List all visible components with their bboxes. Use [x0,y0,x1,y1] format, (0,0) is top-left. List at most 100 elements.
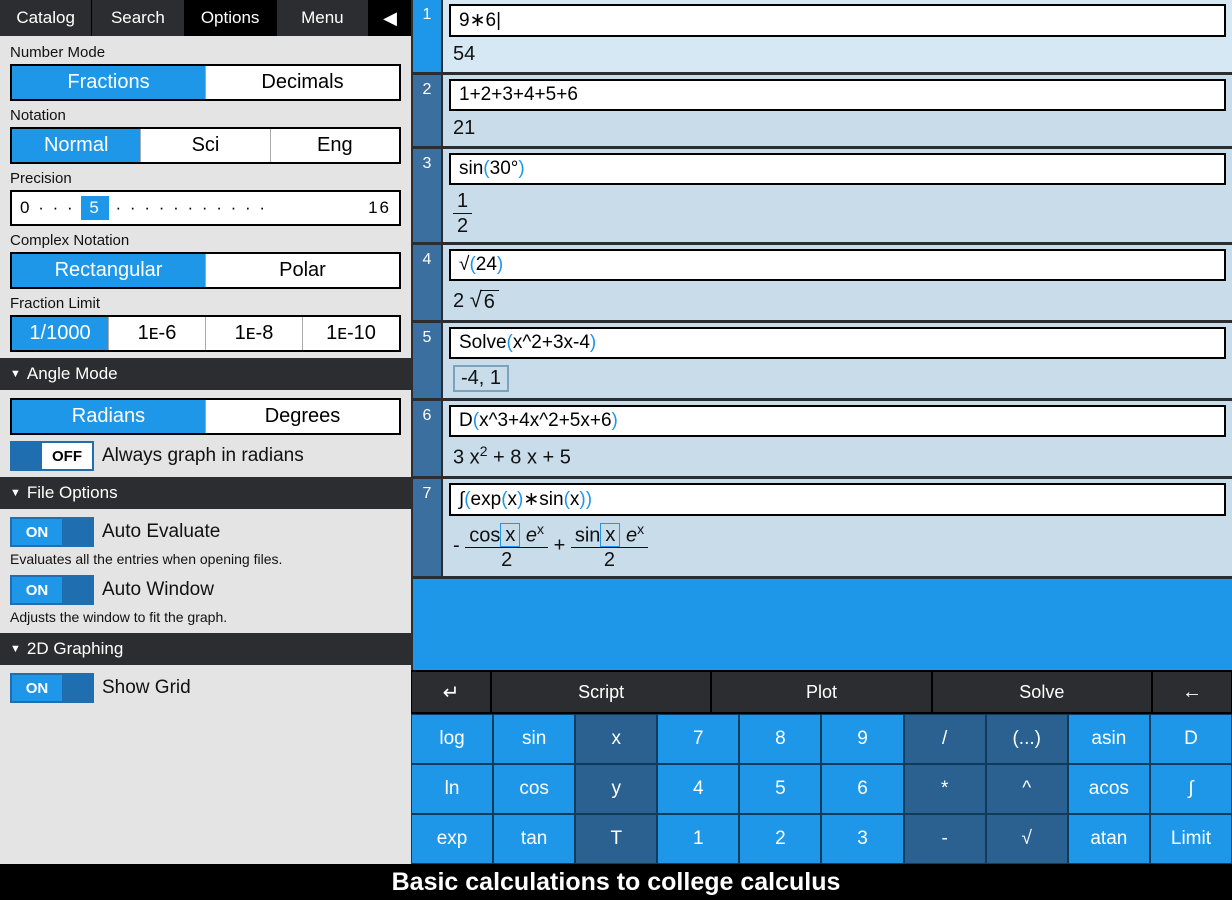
entry-body: D(x^3+4x^2+5x+6) 3 x2 + 8 x + 5 [443,401,1232,476]
solve-button[interactable]: Solve [932,672,1152,712]
key-7[interactable]: 7 [657,714,739,764]
entry-body: ∫(exp(x)∗sin(x))- cosx ex2 + sinx ex2 [443,479,1232,577]
notation-label: Notation [10,107,401,124]
key-/[interactable]: / [904,714,986,764]
key-sin[interactable]: sin [493,714,575,764]
precision-slider[interactable]: 0 · · · 5 · · · · · · · · · · · 16 [10,190,401,226]
entry-input[interactable]: 9∗6 [449,4,1226,37]
entry-input[interactable]: sin(30°) [449,153,1226,185]
notation-eng[interactable]: Eng [270,129,399,162]
history-entry[interactable]: 6D(x^3+4x^2+5x+6)3 x2 + 8 x + 5 [413,401,1232,479]
fraction-limit-1e-6[interactable]: 1ᴇ-6 [108,317,205,350]
precision-value: 5 [81,196,108,220]
number-mode-fractions[interactable]: Fractions [12,66,205,99]
key-atan[interactable]: atan [1068,814,1150,864]
key-8[interactable]: 8 [739,714,821,764]
backspace-button[interactable]: ← [1152,672,1232,712]
key-t[interactable]: T [575,814,657,864]
angle-radians[interactable]: Radians [12,400,205,433]
auto-window-toggle[interactable]: ON [10,575,94,605]
history-entry[interactable]: 21+2+3+4+5+6 21 [413,75,1232,149]
key-9[interactable]: 9 [821,714,903,764]
key-(...)[interactable]: (...) [986,714,1068,764]
angle-mode-segment: Radians Degrees [10,398,401,435]
history-entry[interactable]: 4√(24)2 √6 [413,245,1232,323]
entry-input[interactable]: D(x^3+4x^2+5x+6) [449,405,1226,437]
key-x[interactable]: x [575,714,657,764]
key-1[interactable]: 1 [657,814,739,864]
auto-evaluate-label: Auto Evaluate [102,521,220,543]
entry-input[interactable]: Solve(x^2+3x-4) [449,327,1226,359]
key-exp[interactable]: exp [411,814,493,864]
entry-result: 21 [443,115,1232,146]
always-graph-radians-label: Always graph in radians [102,445,304,467]
key-√[interactable]: √ [986,814,1068,864]
collapse-sidebar-button[interactable]: ◀ [369,0,411,36]
entry-number: 7 [413,479,443,577]
fraction-limit-label: Fraction Limit [10,295,401,312]
entry-body: Solve(x^2+3x-4)-4, 1 [443,323,1232,398]
number-mode-segment: Fractions Decimals [10,64,401,101]
key-2[interactable]: 2 [739,814,821,864]
key-ln[interactable]: ln [411,764,493,814]
key--[interactable]: - [904,814,986,864]
show-grid-toggle[interactable]: ON [10,673,94,703]
entry-number: 5 [413,323,443,398]
auto-window-desc: Adjusts the window to fit the graph. [10,609,401,625]
script-button[interactable]: Script [491,672,711,712]
enter-button[interactable]: ↵ [411,672,491,712]
history-entry[interactable]: 19∗654 [413,0,1232,75]
history-entry[interactable]: 7∫(exp(x)∗sin(x))- cosx ex2 + sinx ex2 [413,479,1232,580]
key-tan[interactable]: tan [493,814,575,864]
key-d[interactable]: D [1150,714,1232,764]
key-acos[interactable]: acos [1068,764,1150,814]
key-5[interactable]: 5 [739,764,821,814]
tab-search[interactable]: Search [92,0,184,36]
fraction-limit-1e-10[interactable]: 1ᴇ-10 [302,317,399,350]
angle-mode-header[interactable]: Angle Mode [0,358,411,390]
key-cos[interactable]: cos [493,764,575,814]
key-log[interactable]: log [411,714,493,764]
fraction-limit-1e-8[interactable]: 1ᴇ-8 [205,317,302,350]
angle-degrees[interactable]: Degrees [205,400,399,433]
entry-input[interactable]: ∫(exp(x)∗sin(x)) [449,483,1226,516]
tab-catalog[interactable]: Catalog [0,0,92,36]
history-entry[interactable]: 5Solve(x^2+3x-4)-4, 1 [413,323,1232,401]
entry-input[interactable]: √(24) [449,249,1226,281]
key-∫[interactable]: ∫ [1150,764,1232,814]
sidebar-content: Number Mode Fractions Decimals Notation … [0,36,411,864]
auto-evaluate-desc: Evaluates all the entries when opening f… [10,551,401,567]
number-mode-decimals[interactable]: Decimals [205,66,399,99]
entry-body: 1+2+3+4+5+6 21 [443,75,1232,146]
key-4[interactable]: 4 [657,764,739,814]
history-entry[interactable]: 3sin(30°)12 [413,149,1232,245]
key-3[interactable]: 3 [821,814,903,864]
precision-max: 16 [368,198,391,218]
key-6[interactable]: 6 [821,764,903,814]
key-limit[interactable]: Limit [1150,814,1232,864]
tab-menu[interactable]: Menu [277,0,369,36]
notation-sci[interactable]: Sci [140,129,269,162]
complex-notation-segment: Rectangular Polar [10,252,401,289]
entry-input[interactable]: 1+2+3+4+5+6 [449,79,1226,111]
key-asin[interactable]: asin [1068,714,1150,764]
entry-number: 2 [413,75,443,146]
complex-polar[interactable]: Polar [205,254,399,287]
key-*[interactable]: * [904,764,986,814]
entry-result: 3 x2 + 8 x + 5 [443,441,1232,476]
auto-window-label: Auto Window [102,579,214,601]
fraction-limit-1-1000[interactable]: 1/1000 [12,317,108,350]
precision-label: Precision [10,170,401,187]
auto-evaluate-toggle[interactable]: ON [10,517,94,547]
2d-graphing-header[interactable]: 2D Graphing [0,633,411,665]
complex-rectangular[interactable]: Rectangular [12,254,205,287]
key-^[interactable]: ^ [986,764,1068,814]
always-graph-radians-toggle[interactable]: OFF [10,441,94,471]
plot-button[interactable]: Plot [711,672,931,712]
entry-result: 2 √6 [443,285,1232,320]
notation-normal[interactable]: Normal [12,129,140,162]
file-options-header[interactable]: File Options [0,477,411,509]
key-y[interactable]: y [575,764,657,814]
sidebar-panel: Catalog Search Options Menu ◀ Number Mod… [0,0,411,864]
tab-options[interactable]: Options [185,0,277,36]
